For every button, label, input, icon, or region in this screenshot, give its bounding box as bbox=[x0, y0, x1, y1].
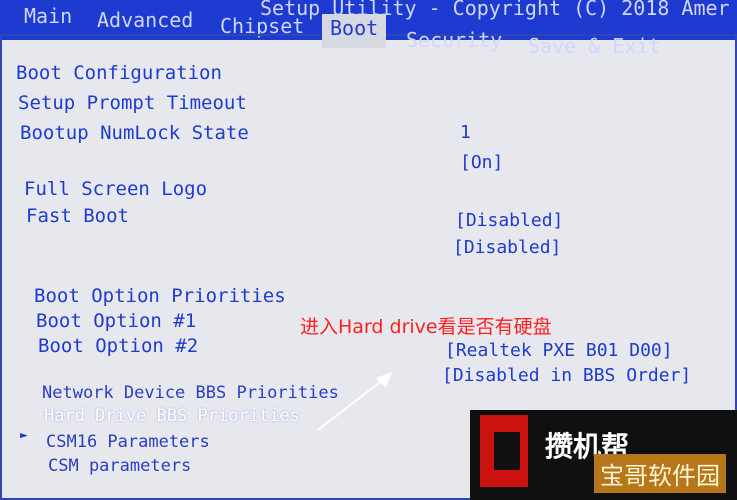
watermark-bottom-text: 宝哥软件园 bbox=[594, 454, 726, 493]
watermark-logo-cutout bbox=[494, 432, 520, 470]
